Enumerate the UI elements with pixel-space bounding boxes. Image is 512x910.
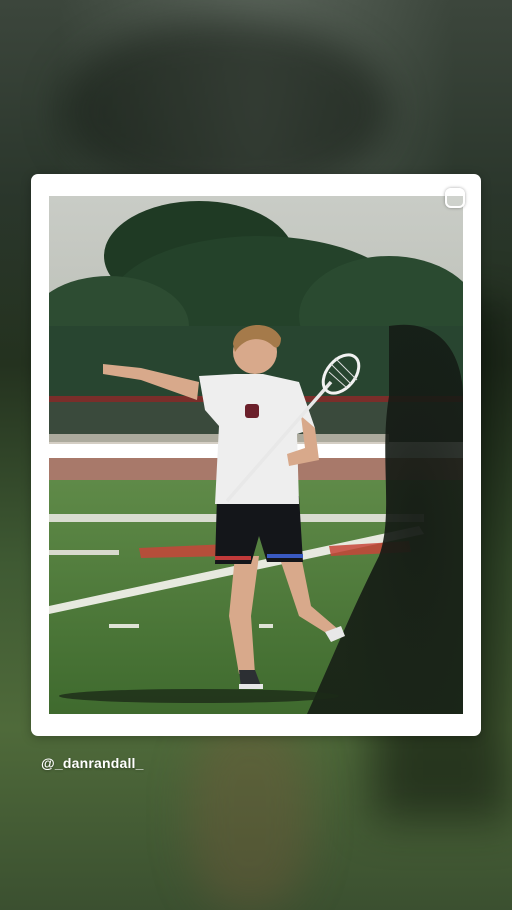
photo-card[interactable] xyxy=(31,174,481,736)
rounded-square-handle-icon[interactable] xyxy=(445,188,465,208)
lacrosse-player-photo xyxy=(49,196,463,714)
post-photo xyxy=(49,196,463,714)
story-screen: @_danrandall_ xyxy=(0,0,512,910)
username-mention[interactable]: @_danrandall_ xyxy=(41,755,144,771)
